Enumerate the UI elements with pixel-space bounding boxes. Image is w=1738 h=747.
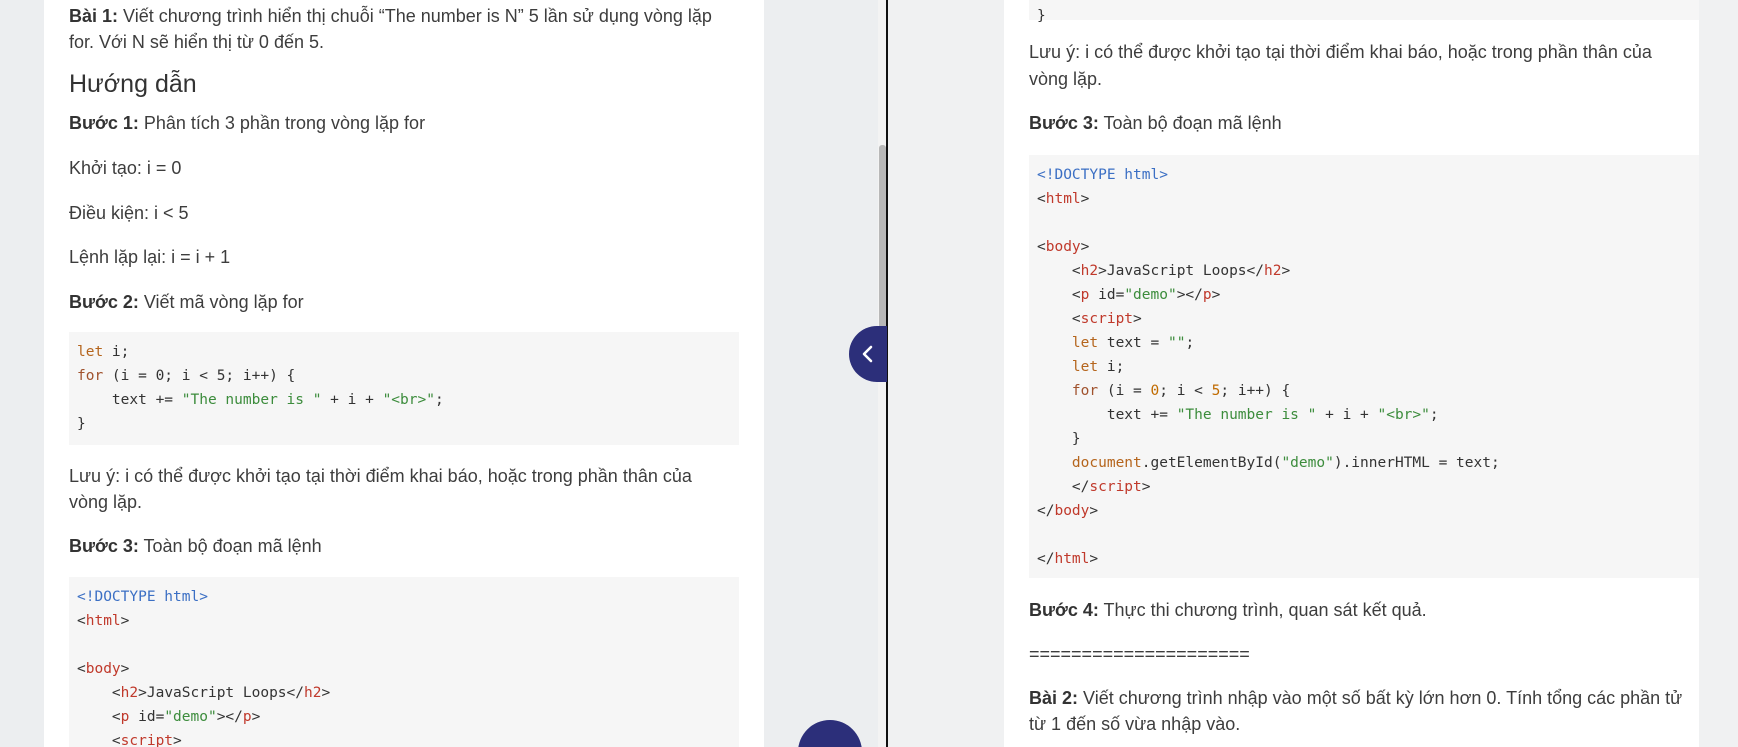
code-string: "demo" (1124, 287, 1177, 303)
bai1-text-line2: for. Với N sẽ hiển thị từ 0 đến 5. (69, 32, 324, 52)
code-tag: p (242, 709, 252, 725)
code-string: "demo" (164, 709, 217, 725)
code-text: text = (1098, 335, 1168, 351)
step2-text: Viết mã vòng lặp for (138, 292, 304, 312)
code-tag: html (1045, 191, 1081, 207)
bai2-label: Bài 2: (1029, 688, 1079, 708)
code-text: + i + (1316, 407, 1378, 423)
code-text: id= (1089, 287, 1125, 303)
code-tag: body (85, 661, 121, 677)
condition-text: Điều kiện: i < 5 (69, 203, 189, 223)
code-string: "<br>" (382, 392, 435, 408)
right-step3-text: Toàn bộ đoạn mã lệnh (1098, 113, 1282, 133)
code-text: } (77, 416, 86, 432)
code-number: 0 (1150, 383, 1160, 399)
code-text: .getElementById( (1141, 455, 1282, 471)
bai1-paragraph-line2: for. Với N sẽ hiển thị từ 0 đến 5. (69, 29, 729, 56)
code-doctype: <!DOCTYPE html> (1037, 167, 1168, 183)
note-line2: vòng lặp. (69, 492, 143, 512)
step3-paragraph: Bước 3: Toàn bộ đoạn mã lệnh (69, 533, 729, 560)
code-tag: h2 (1264, 263, 1282, 279)
init-text: Khởi tạo: i = 0 (69, 158, 182, 178)
code-text: ).innerHTML = text; (1333, 455, 1500, 471)
code-block-full-right[interactable]: <!DOCTYPE html> <html> <body> <h2>JavaSc… (1029, 155, 1699, 578)
right-step3-paragraph: Bước 3: Toàn bộ đoạn mã lệnh (1029, 110, 1689, 137)
code-keyword: document (1071, 455, 1142, 471)
bai2-paragraph: Bài 2: Viết chương trình nhập vào một số… (1029, 685, 1689, 712)
code-string: "The number is " (1176, 407, 1317, 423)
code-text: ; (434, 392, 444, 408)
right-note-line1: Lưu ý: i có thể được khởi tạo tại thời đ… (1029, 42, 1652, 62)
code-tag: p (1202, 287, 1212, 303)
bai2-paragraph-line2: từ 1 đến số vừa nhập vào. (1029, 714, 1241, 734)
code-number: 5 (1211, 383, 1221, 399)
step2-paragraph: Bước 2: Viết mã vòng lặp for (69, 289, 729, 316)
right-step3-label: Bước 3: (1029, 113, 1099, 133)
code-text: i; (103, 344, 130, 360)
code-string: "" (1167, 335, 1186, 351)
separator-line: ===================== (1029, 644, 1250, 664)
code-text: text += (77, 392, 182, 408)
note-line1: Lưu ý: i có thể được khởi tạo tại thời đ… (69, 466, 692, 486)
guide-heading: Hướng dẫn (69, 70, 197, 98)
step1-label: Bước 1: (69, 113, 139, 133)
code-text: id= (129, 709, 165, 725)
chevron-left-icon (862, 345, 873, 363)
code-text: JavaScript Loops (146, 685, 287, 701)
code-text: JavaScript Loops (1106, 263, 1247, 279)
code-tag: body (1045, 239, 1081, 255)
code-keyword: let (1071, 335, 1099, 351)
left-document-card: Bài 1: Viết chương trình hiển thị chuỗi … (44, 0, 764, 747)
bai1-paragraph: Bài 1: Viết chương trình hiển thị chuỗi … (69, 3, 729, 30)
step2-label: Bước 2: (69, 292, 139, 312)
step4-paragraph: Bước 4: Thực thi chương trình, quan sát … (1029, 597, 1689, 624)
code-keyword: let (1071, 359, 1099, 375)
code-text: ; (1429, 407, 1439, 423)
code-block-top-fragment[interactable]: } (1029, 0, 1699, 24)
right-note-line2: vòng lặp. (1029, 69, 1103, 89)
code-block-loop[interactable]: let i; for (i = 0; i < 5; i++) { text +=… (69, 332, 739, 445)
code-string: "<br>" (1377, 407, 1430, 423)
code-text: text += (1071, 407, 1177, 423)
code-text: } (1037, 8, 1046, 24)
code-tag: h2 (120, 685, 139, 701)
code-tag: script (120, 733, 174, 747)
step3-label: Bước 3: (69, 536, 139, 556)
code-text: ; (1185, 335, 1195, 351)
code-tag: html (85, 613, 121, 629)
code-tag: script (1080, 311, 1134, 327)
code-tag: h2 (304, 685, 322, 701)
code-keyword: for (1071, 383, 1099, 399)
code-tag: body (1054, 503, 1090, 519)
code-text: (i = 0; i < 5; i++) { (103, 368, 296, 384)
code-tag: html (1054, 551, 1090, 567)
step4-label: Bước 4: (1029, 600, 1099, 620)
bai1-text-line1: Viết chương trình hiển thị chuỗi “The nu… (118, 6, 712, 26)
code-tag: script (1089, 479, 1142, 495)
code-keyword: for (77, 368, 104, 384)
step3-text: Toàn bộ đoạn mã lệnh (138, 536, 322, 556)
code-tag: h2 (1080, 263, 1099, 279)
code-text: } (1071, 431, 1081, 447)
right-document-card: } Lưu ý: i có thể được khởi tạo tại thời… (1004, 0, 1699, 747)
code-doctype: <!DOCTYPE html> (77, 589, 208, 605)
code-block-full-left[interactable]: <!DOCTYPE html> <html> <body> <h2>JavaSc… (69, 577, 739, 747)
bai1-label: Bài 1: (69, 6, 119, 26)
code-text: i; (1098, 359, 1125, 375)
code-string: "The number is " (181, 392, 322, 408)
step1-text: Phân tích 3 phần trong vòng lặp for (138, 113, 426, 133)
repeat-text: Lệnh lặp lại: i = i + 1 (69, 247, 231, 267)
step1-paragraph: Bước 1: Phân tích 3 phần trong vòng lặp … (69, 110, 729, 137)
bai2-text-line1: Viết chương trình nhập vào một số bất kỳ… (1078, 688, 1683, 708)
code-keyword: let (77, 344, 104, 360)
step4-text: Thực thi chương trình, quan sát kết quả. (1098, 600, 1427, 620)
code-string: "demo" (1281, 455, 1334, 471)
code-text: + i + (321, 392, 383, 408)
